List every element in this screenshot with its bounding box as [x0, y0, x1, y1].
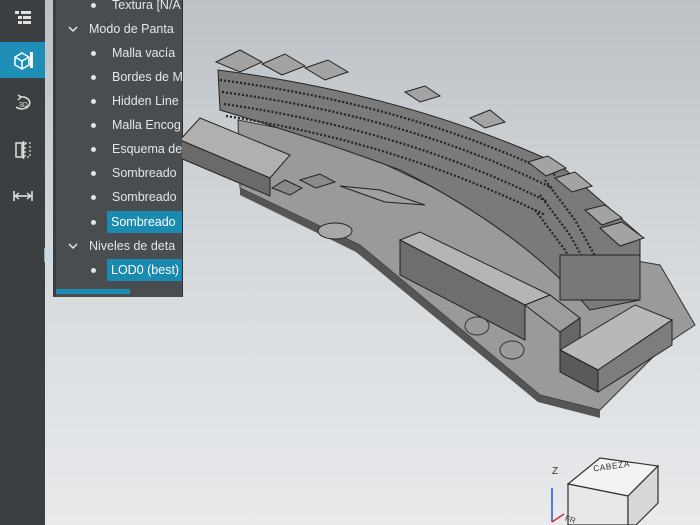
rotate-3d-button[interactable]: 3D [0, 86, 45, 122]
bullet-icon [91, 147, 96, 152]
bullet-icon [91, 195, 96, 200]
tree-item[interactable]: Malla Encog [53, 113, 182, 137]
cube-view-icon [13, 52, 33, 70]
tower-block [559, 254, 641, 301]
bullet-icon [91, 268, 96, 273]
tree-item-label: Esquema de [112, 142, 183, 156]
rotate-3d-icon: 3D [15, 94, 30, 110]
bullet-icon [91, 171, 96, 176]
tree-group-label: Modo de Panta [89, 22, 174, 36]
tree-group-lod[interactable]: Niveles de deta [53, 234, 182, 258]
measure-icon [12, 191, 33, 201]
tree-group-label: Niveles de deta [89, 239, 176, 253]
tree-item-label: Textura [N/A [112, 0, 181, 12]
tree-item[interactable]: Textura [N/A [53, 0, 182, 17]
tree-item-label: Sombreado [112, 166, 177, 180]
rotate-3d-label: 3D [19, 102, 28, 109]
bullet-icon [91, 99, 96, 104]
tree-item[interactable]: Sombreado [53, 185, 182, 209]
tree-item-label: LOD0 (best) [107, 259, 182, 281]
measure-button[interactable] [0, 178, 45, 214]
tree-item-label: Sombreado [112, 190, 177, 204]
tree-item[interactable]: Sombreado [53, 161, 182, 185]
tree-group-display-mode[interactable]: Modo de Panta [53, 17, 182, 41]
left-toolbar: 3D [0, 0, 45, 525]
bullet-icon [91, 75, 96, 80]
bullet-icon [91, 220, 96, 225]
cube-view-button[interactable] [0, 42, 45, 78]
tree-list-button[interactable] [0, 0, 45, 36]
tree-item-label: Sombreado [107, 211, 182, 233]
tree-item-label: Malla vacía [112, 46, 176, 60]
tree-list-icon [14, 11, 31, 24]
chevron-down-icon[interactable] [67, 17, 81, 41]
tree-item[interactable]: Bordes de M [53, 65, 182, 89]
bullet-icon [91, 123, 96, 128]
bullet-icon [91, 3, 96, 8]
tree-item-label: Malla Encog [112, 118, 181, 132]
axis-label-z: Z [552, 466, 558, 477]
tree-item[interactable]: Esquema de [53, 137, 182, 161]
3d-viewport[interactable] [182, 0, 700, 525]
bullet-icon [91, 51, 96, 56]
panel-horizontal-scrollbar[interactable] [56, 289, 130, 294]
axis-x [551, 513, 565, 523]
tree-item-label: Hidden Line [112, 94, 179, 108]
tree-item-selected[interactable]: LOD0 (best) [53, 258, 182, 282]
section-plane-button[interactable] [0, 132, 45, 168]
tree-item[interactable]: Malla vacía [53, 41, 182, 65]
chevron-down-icon[interactable] [67, 234, 81, 258]
display-tree-panel: Textura [N/A Modo de Panta Malla vacía B… [53, 0, 183, 297]
fountain [317, 222, 353, 240]
tree-item[interactable]: Hidden Line [53, 89, 182, 113]
tree-item-label: Bordes de M [112, 70, 183, 84]
tree-item-selected[interactable]: Sombreado [53, 210, 182, 234]
section-plane-icon [14, 141, 31, 159]
